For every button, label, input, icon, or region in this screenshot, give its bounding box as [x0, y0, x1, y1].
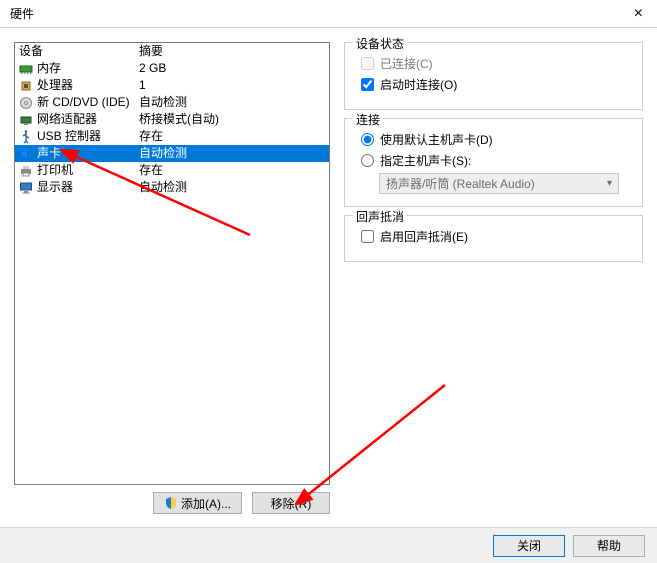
device-panel: 设备 摘要 内存2 GB处理器1新 CD/DVD (IDE)自动检测网络适配器桥… [14, 42, 330, 517]
echo-enable-label: 启用回声抵消(E) [380, 228, 468, 245]
usb-icon [19, 130, 33, 144]
device-row[interactable]: 网络适配器 桥接模式(自动) [15, 111, 329, 128]
add-button-label: 添加(A)... [181, 495, 231, 512]
device-name: 打印机 [37, 162, 73, 179]
window-title: 硬件 [6, 5, 34, 22]
network-icon [19, 113, 33, 127]
device-summary: 2 GB [137, 60, 329, 77]
device-summary: 自动检测 [137, 94, 329, 111]
specify-host-label: 指定主机声卡(S): [380, 152, 471, 169]
connected-field: 已连接(C) [361, 55, 632, 72]
close-button-label: 关闭 [517, 537, 541, 554]
connect-on-poweron-label: 启动时连接(O) [380, 76, 457, 93]
connection-legend: 连接 [353, 111, 383, 128]
settings-panel: 设备状态 已连接(C) 启动时连接(O) 连接 使用默认主机声卡(D) 指定主机… [344, 42, 643, 517]
device-status-group: 设备状态 已连接(C) 启动时连接(O) [344, 42, 643, 110]
use-default-field[interactable]: 使用默认主机声卡(D) [361, 131, 632, 148]
device-buttons: 添加(A)... 移除(R) [14, 489, 330, 517]
use-default-radio[interactable] [361, 133, 374, 146]
host-sound-dropdown: 扬声器/听筒 (Realtek Audio) ▾ [379, 173, 619, 194]
connected-label: 已连接(C) [380, 55, 433, 72]
device-name: 网络适配器 [37, 111, 97, 128]
device-name: 内存 [37, 60, 61, 77]
dialog-footer: 关闭 帮助 [0, 527, 657, 563]
device-list[interactable]: 设备 摘要 内存2 GB处理器1新 CD/DVD (IDE)自动检测网络适配器桥… [14, 42, 330, 485]
connect-on-poweron-checkbox[interactable] [361, 78, 374, 91]
echo-legend: 回声抵消 [353, 208, 407, 225]
echo-enable-checkbox[interactable] [361, 230, 374, 243]
connected-checkbox [361, 57, 374, 70]
device-summary: 自动检测 [137, 145, 329, 162]
device-row[interactable]: 显示器 自动检测 [15, 179, 329, 196]
cd-icon [19, 96, 33, 110]
display-icon [19, 181, 33, 195]
connection-group: 连接 使用默认主机声卡(D) 指定主机声卡(S): 扬声器/听筒 (Realte… [344, 118, 643, 207]
col-header-device: 设备 [15, 43, 137, 60]
device-row[interactable]: USB 控制器 存在 [15, 128, 329, 145]
title-bar: 硬件 × [0, 0, 657, 28]
device-summary: 存在 [137, 128, 329, 145]
remove-button[interactable]: 移除(R) [252, 492, 330, 514]
sound-icon [19, 147, 33, 161]
help-button[interactable]: 帮助 [573, 535, 645, 557]
specify-host-radio[interactable] [361, 154, 374, 167]
device-summary: 存在 [137, 162, 329, 179]
device-row[interactable]: 声卡 自动检测 [15, 145, 329, 162]
remove-button-label: 移除(R) [271, 495, 312, 512]
echo-enable-field[interactable]: 启用回声抵消(E) [361, 228, 632, 245]
device-name: 处理器 [37, 77, 73, 94]
device-summary: 1 [137, 77, 329, 94]
chevron-down-icon: ▾ [607, 178, 612, 189]
col-header-summary: 摘要 [137, 43, 329, 60]
specify-host-field[interactable]: 指定主机声卡(S): [361, 152, 632, 169]
connect-on-poweron-field[interactable]: 启动时连接(O) [361, 76, 632, 93]
close-button[interactable]: 关闭 [493, 535, 565, 557]
device-summary: 自动检测 [137, 179, 329, 196]
device-row[interactable]: 内存 2 GB [15, 60, 329, 77]
help-button-label: 帮助 [597, 537, 621, 554]
host-sound-dropdown-value: 扬声器/听筒 (Realtek Audio) [386, 175, 535, 192]
device-name: USB 控制器 [37, 128, 101, 145]
device-row[interactable]: 新 CD/DVD (IDE) 自动检测 [15, 94, 329, 111]
device-row[interactable]: 处理器 1 [15, 77, 329, 94]
device-name: 显示器 [37, 179, 73, 196]
device-row[interactable]: 打印机 存在 [15, 162, 329, 179]
cpu-icon [19, 79, 33, 93]
device-list-header: 设备 摘要 [15, 43, 329, 60]
device-name: 新 CD/DVD (IDE) [37, 94, 130, 111]
shield-icon [164, 496, 178, 510]
echo-group: 回声抵消 启用回声抵消(E) [344, 215, 643, 262]
close-icon[interactable]: × [626, 6, 651, 22]
client-area: 设备 摘要 内存2 GB处理器1新 CD/DVD (IDE)自动检测网络适配器桥… [0, 28, 657, 527]
add-button[interactable]: 添加(A)... [153, 492, 242, 514]
device-name: 声卡 [37, 145, 61, 162]
device-status-legend: 设备状态 [353, 35, 407, 52]
printer-icon [19, 164, 33, 178]
device-summary: 桥接模式(自动) [137, 111, 329, 128]
memory-icon [19, 62, 33, 76]
use-default-label: 使用默认主机声卡(D) [380, 131, 493, 148]
